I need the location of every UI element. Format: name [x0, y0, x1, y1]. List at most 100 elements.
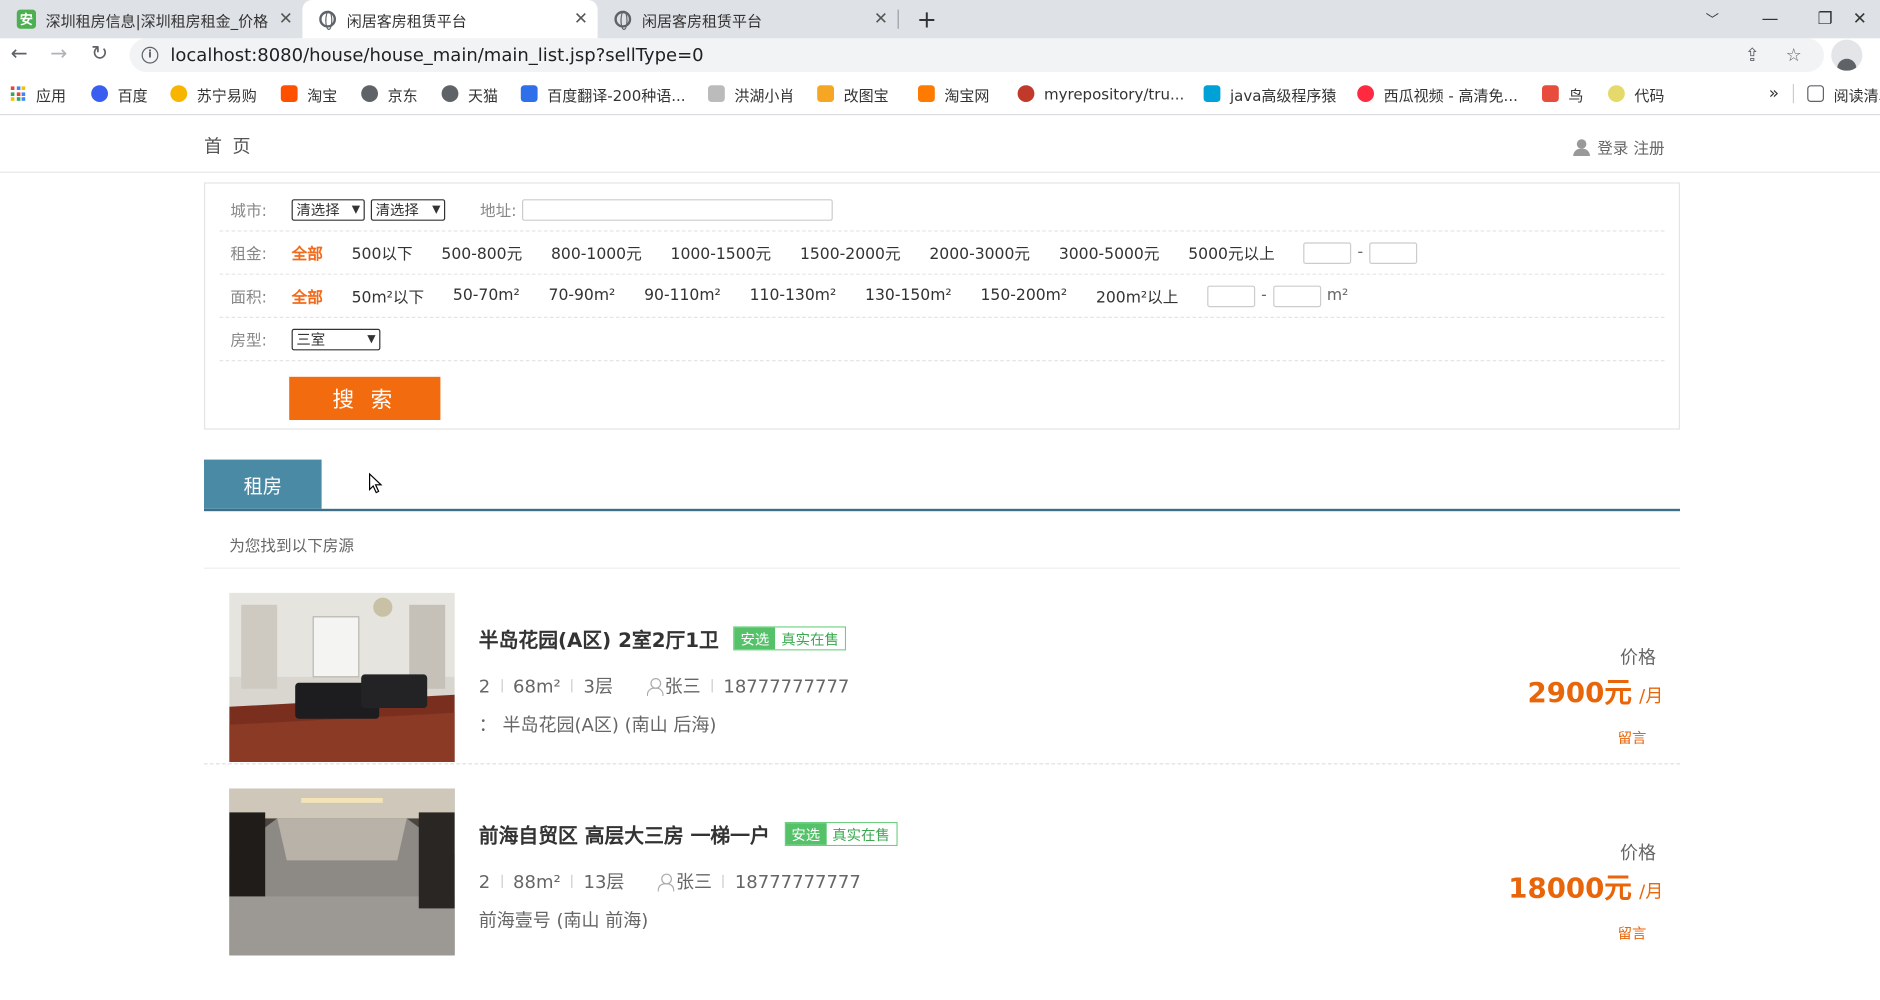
- rent-min-input[interactable]: [1303, 241, 1352, 264]
- home-link[interactable]: 首 页: [204, 133, 253, 158]
- browser-tab-3[interactable]: 闲居客房租赁平台 ✕: [598, 0, 898, 38]
- house-type-select[interactable]: 三室 ▼: [291, 328, 381, 350]
- forward-arrow-icon[interactable]: →: [46, 41, 72, 67]
- bookmark-baidu[interactable]: 百度: [91, 72, 148, 115]
- bookmark-honghu[interactable]: 洪湖小肖: [708, 72, 794, 115]
- restore-icon[interactable]: ❐: [1798, 0, 1853, 38]
- bookmarks-overflow-icon[interactable]: »: [1769, 72, 1779, 115]
- city-select[interactable]: 清选择 ▼: [291, 198, 365, 221]
- rent-option[interactable]: 5000元以上: [1188, 241, 1275, 264]
- bookmark-myrepository[interactable]: myrepository/tru...: [1017, 72, 1184, 115]
- rent-option[interactable]: 3000-5000元: [1059, 241, 1160, 264]
- bookmark-jd[interactable]: 京东: [361, 72, 418, 115]
- price-label: 价格: [1619, 646, 1657, 669]
- message-link[interactable]: 留言: [1618, 923, 1647, 943]
- listing-title[interactable]: 前海自贸区 高层大三房 一梯一户 安选 真实在售: [479, 820, 898, 849]
- range-dash: -: [1261, 286, 1267, 305]
- tab-title: 深圳租房信息|深圳租房租金_价格: [45, 11, 269, 30]
- url-text[interactable]: localhost:8080/house/house_main/main_lis…: [170, 44, 703, 66]
- tab-search-chevron-icon[interactable]: ﹀: [1685, 0, 1740, 38]
- bookmark-label: 鸟: [1568, 85, 1584, 104]
- area-max-input[interactable]: [1272, 285, 1321, 307]
- close-window-icon[interactable]: ✕: [1853, 0, 1880, 38]
- new-tab-plus-icon[interactable]: +: [917, 5, 937, 34]
- login-link[interactable]: 登录: [1597, 136, 1628, 158]
- bookmark-apps[interactable]: 应用: [10, 72, 66, 115]
- bookmark-java[interactable]: java高级程序猿: [1203, 72, 1336, 115]
- bookmark-tmall[interactable]: 天猫: [441, 72, 498, 115]
- back-arrow-icon[interactable]: ←: [6, 41, 32, 67]
- globe-icon: [441, 85, 459, 103]
- tab-close-icon[interactable]: ✕: [874, 10, 888, 29]
- share-icon[interactable]: ⇪: [1745, 44, 1760, 66]
- site-info-icon[interactable]: i: [141, 46, 159, 64]
- area-option[interactable]: 110-130m²: [750, 287, 837, 305]
- message-link[interactable]: 留言: [1618, 727, 1647, 747]
- rent-option[interactable]: 2000-3000元: [929, 241, 1030, 264]
- rent-option-all[interactable]: 全部: [292, 241, 323, 264]
- house-type-label: 房型:: [230, 332, 267, 351]
- browser-tab-1[interactable]: 安 深圳租房信息|深圳租房租金_价格 ✕: [0, 0, 302, 38]
- address-input[interactable]: [522, 198, 833, 221]
- badge-anxuan: 安选: [734, 627, 776, 650]
- tab-close-icon[interactable]: ✕: [279, 10, 293, 29]
- area-option[interactable]: 150-200m²: [980, 287, 1067, 305]
- rent-max-input[interactable]: [1369, 241, 1418, 264]
- bookmark-baidu-translate[interactable]: 百度翻译-200种语...: [520, 72, 686, 115]
- tab-close-icon[interactable]: ✕: [574, 10, 588, 29]
- listing-title-text[interactable]: 前海自贸区 高层大三房 一梯一户: [479, 820, 770, 849]
- bookmark-taobaowang[interactable]: 淘宝网: [918, 72, 989, 115]
- rent-option[interactable]: 1500-2000元: [800, 241, 901, 264]
- baidu-paw-icon: [91, 85, 109, 103]
- rent-option[interactable]: 1000-1500元: [671, 241, 772, 264]
- bookmark-label: 改图宝: [843, 85, 889, 104]
- area-option[interactable]: 130-150m²: [865, 287, 952, 305]
- listing-photo[interactable]: [229, 788, 455, 956]
- area-option[interactable]: 50-70m²: [453, 287, 520, 305]
- rent-option[interactable]: 800-1000元: [551, 241, 642, 264]
- page-content: 首 页 登录 注册 城市: 清选择 ▼ 清选择 ▼ 地址: 租金: 全部 500以下…: [0, 115, 1880, 956]
- listing-price: 18000元/月: [1508, 865, 1663, 906]
- bookmark-code[interactable]: 代码: [1608, 72, 1664, 115]
- globe-icon: [614, 10, 632, 30]
- results-caption: 为您找到以下房源: [204, 533, 1681, 569]
- agent-phone: 18777777777: [734, 870, 861, 893]
- area-option[interactable]: 90-110m²: [644, 287, 721, 305]
- search-button[interactable]: 搜 索: [289, 376, 441, 421]
- select-value: 三室: [296, 331, 326, 348]
- chevron-down-icon: ▼: [432, 203, 441, 216]
- floor-value: 13层: [583, 871, 625, 893]
- area-option-all[interactable]: 全部: [292, 284, 323, 307]
- bookmark-gaitubao[interactable]: 改图宝: [817, 72, 889, 115]
- area-option[interactable]: 50m²以下: [352, 284, 425, 307]
- filter-row-type: 房型: 三室 ▼: [219, 318, 1665, 362]
- bookmark-star-icon[interactable]: ☆: [1786, 44, 1802, 66]
- area-option[interactable]: 70-90m²: [549, 287, 616, 305]
- minimize-icon[interactable]: —: [1742, 0, 1797, 38]
- area-option[interactable]: 200m²以上: [1096, 284, 1178, 307]
- bookmark-label: 代码: [1634, 85, 1665, 104]
- rent-option[interactable]: 500-800元: [441, 241, 522, 264]
- user-icon: [1573, 138, 1591, 156]
- rent-option[interactable]: 500以下: [352, 241, 413, 264]
- register-link[interactable]: 注册: [1633, 136, 1664, 158]
- reload-icon[interactable]: ↻: [86, 41, 112, 67]
- district-select[interactable]: 清选择 ▼: [370, 198, 446, 221]
- listing-title[interactable]: 半岛花园(A区) 2室2厅1卫 安选 真实在售: [479, 624, 847, 653]
- badge-onsale: 真实在售: [826, 823, 896, 845]
- bookmark-taobao[interactable]: 淘宝: [280, 72, 337, 115]
- bird-icon: [1542, 85, 1559, 103]
- profile-avatar-icon[interactable]: [1831, 39, 1863, 71]
- reading-list[interactable]: 阅读清单: [1807, 72, 1880, 115]
- area-unit: m²: [1326, 286, 1349, 305]
- browser-tab-2-active[interactable]: 闲居客房租赁平台 ✕: [302, 0, 598, 39]
- bookmark-suning[interactable]: 苏宁易购: [170, 72, 257, 115]
- listing-price: 2900元/月: [1528, 670, 1664, 711]
- listing-title-text[interactable]: 半岛花园(A区) 2室2厅1卫: [479, 624, 719, 653]
- address-bar[interactable]: i localhost:8080/house/house_main/main_l…: [129, 38, 1825, 72]
- tab-rent[interactable]: 租房: [204, 459, 322, 509]
- listing-photo[interactable]: [229, 592, 455, 762]
- bookmark-xigua[interactable]: 西瓜视频 - 高清免...: [1357, 72, 1518, 115]
- area-min-input[interactable]: [1207, 285, 1256, 307]
- bookmark-bird[interactable]: 鸟: [1542, 72, 1583, 115]
